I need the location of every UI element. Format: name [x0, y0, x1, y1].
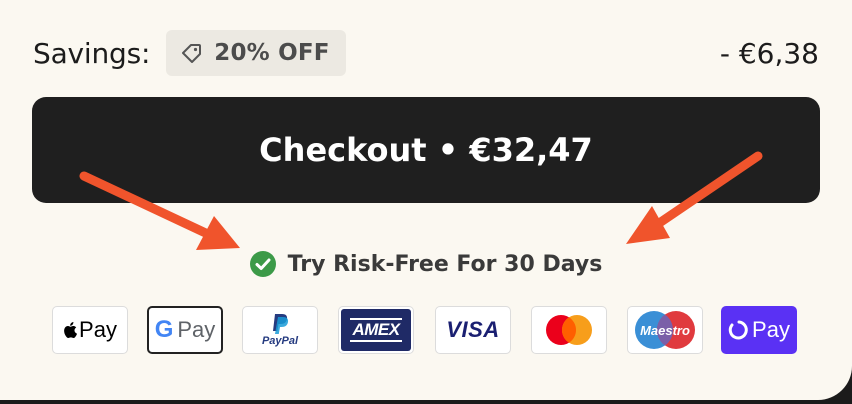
- apple-pay-label: Pay: [79, 317, 117, 342]
- paypal-p-icon: [273, 314, 289, 334]
- right-arrow-icon: [626, 151, 763, 244]
- visa-label: VISA: [446, 317, 500, 342]
- apple-pay-logo: Pay: [52, 306, 128, 354]
- left-arrow-icon: [79, 171, 240, 250]
- mastercard-logo: [531, 306, 607, 354]
- shop-pay-label: Pay: [752, 317, 790, 342]
- guarantee-text: Try Risk-Free For 30 Days: [287, 251, 603, 277]
- google-pay-logo: G Pay: [147, 306, 223, 354]
- maestro-label: Maestro: [640, 322, 690, 338]
- amex-card: AMEX: [341, 309, 411, 351]
- shop-o-icon: [728, 320, 748, 340]
- risk-free-guarantee: Try Risk-Free For 30 Days: [0, 249, 852, 279]
- google-pay-label: Pay: [177, 317, 216, 342]
- amex-label: AMEX: [350, 318, 402, 342]
- google-g-icon: G: [154, 316, 174, 343]
- amex-logo: AMEX: [338, 306, 414, 354]
- shop-pay-logo: Pay: [721, 306, 797, 354]
- cart-summary-panel: Savings: 20% OFF - €6,38 Checkout • €32,…: [0, 0, 852, 400]
- paypal-logo: PayPal: [242, 306, 318, 354]
- mastercard-circles-icon: [546, 315, 592, 345]
- payment-methods: Pay G Pay PayPal AMEX VISA Maestro Pay: [52, 306, 802, 356]
- check-circle-icon: [249, 251, 276, 277]
- visa-logo: VISA: [435, 306, 511, 354]
- maestro-logo: Maestro: [627, 306, 703, 354]
- apple-icon: [64, 322, 78, 338]
- paypal-label: PayPal: [261, 335, 299, 347]
